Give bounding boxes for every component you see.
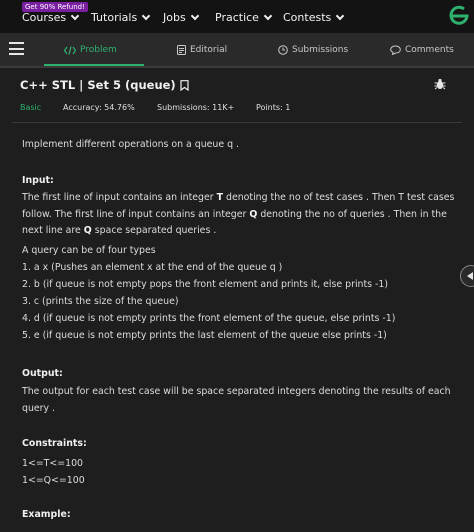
top-navigation: Get 90% Refund! Courses Tutorials Jobs P… xyxy=(0,0,474,33)
chevron-down-icon xyxy=(336,11,345,20)
tab-editorial-label: Editorial xyxy=(190,45,228,55)
var-Q: Q xyxy=(83,225,92,236)
example-heading: Example: xyxy=(22,509,71,520)
comment-icon xyxy=(390,45,401,55)
geeksforgeeks-logo-icon[interactable] xyxy=(448,2,470,30)
tab-comments-label: Comments xyxy=(405,45,454,55)
report-bug-icon[interactable] xyxy=(434,78,446,90)
accuracy-stat: Accuracy: 54.76% xyxy=(63,103,135,112)
chevron-down-icon xyxy=(263,11,273,20)
nav-contests-label: Contests xyxy=(283,11,332,24)
nav-contests[interactable]: Contests xyxy=(283,11,345,24)
submissions-stat: Submissions: 11K+ xyxy=(157,103,235,112)
chevron-down-icon xyxy=(190,11,199,20)
tab-comments[interactable]: Comments xyxy=(390,45,454,55)
problem-content: C++ STL | Set 5 (queue) Basic Accuracy: … xyxy=(0,68,474,532)
output-heading: Output: xyxy=(22,368,63,379)
query-intro: A query can be of four types xyxy=(22,245,156,256)
nav-courses[interactable]: Courses xyxy=(22,11,80,24)
code-icon xyxy=(64,45,76,55)
points-stat: Points: 1 xyxy=(256,103,291,112)
clock-icon xyxy=(278,45,288,55)
input-text-part: space separated queries . xyxy=(91,225,217,236)
menu-icon[interactable] xyxy=(9,42,24,55)
tab-editorial[interactable]: Editorial xyxy=(177,45,227,55)
nav-jobs-label: Jobs xyxy=(163,11,186,24)
nav-tutorials[interactable]: Tutorials xyxy=(91,11,151,24)
difficulty-badge: Basic xyxy=(20,103,42,112)
query-item: 5. e (if queue is not empty prints the l… xyxy=(22,330,387,341)
input-heading: Input: xyxy=(22,175,54,186)
tab-submissions-label: Submissions xyxy=(292,45,349,55)
nav-tutorials-label: Tutorials xyxy=(91,11,138,24)
tab-problem[interactable]: Problem xyxy=(64,45,117,55)
active-tab-indicator xyxy=(44,64,144,66)
nav-practice[interactable]: Practice xyxy=(215,11,273,24)
nav-courses-label: Courses xyxy=(22,11,67,24)
bookmark-icon[interactable] xyxy=(180,79,189,91)
nav-practice-label: Practice xyxy=(215,11,259,24)
divider xyxy=(12,122,462,123)
query-item: 2. b (if queue is not empty pops the fro… xyxy=(22,279,389,290)
tab-problem-label: Problem xyxy=(80,45,117,55)
nav-jobs[interactable]: Jobs xyxy=(163,11,199,24)
collapse-panel-button[interactable] xyxy=(460,265,474,287)
chevron-down-icon xyxy=(70,11,80,20)
document-icon xyxy=(177,45,186,55)
problem-title: C++ STL | Set 5 (queue) xyxy=(20,78,189,92)
query-item: 1. a x (Pushes an element x at the end o… xyxy=(22,262,283,273)
problem-intro: Implement different operations on a queu… xyxy=(22,139,240,150)
input-description: The first line of input contains an inte… xyxy=(22,190,462,240)
query-item: 4. d (if queue is not empty prints the f… xyxy=(22,313,396,324)
query-item: 3. c (prints the size of the queue) xyxy=(22,296,179,307)
chevron-down-icon xyxy=(141,11,151,20)
input-text-part: The first line of input contains an inte… xyxy=(22,192,217,203)
problem-tab-bar: Problem Editorial Submissions Comments xyxy=(0,33,474,68)
output-description: The output for each test case will be sp… xyxy=(22,386,451,414)
constraint-item: 1<=Q<=100 xyxy=(22,475,85,486)
tab-submissions[interactable]: Submissions xyxy=(278,45,348,55)
constraint-item: 1<=T<=100 xyxy=(22,458,84,469)
problem-title-text: C++ STL | Set 5 (queue) xyxy=(20,78,176,92)
constraints-heading: Constraints: xyxy=(22,438,87,449)
